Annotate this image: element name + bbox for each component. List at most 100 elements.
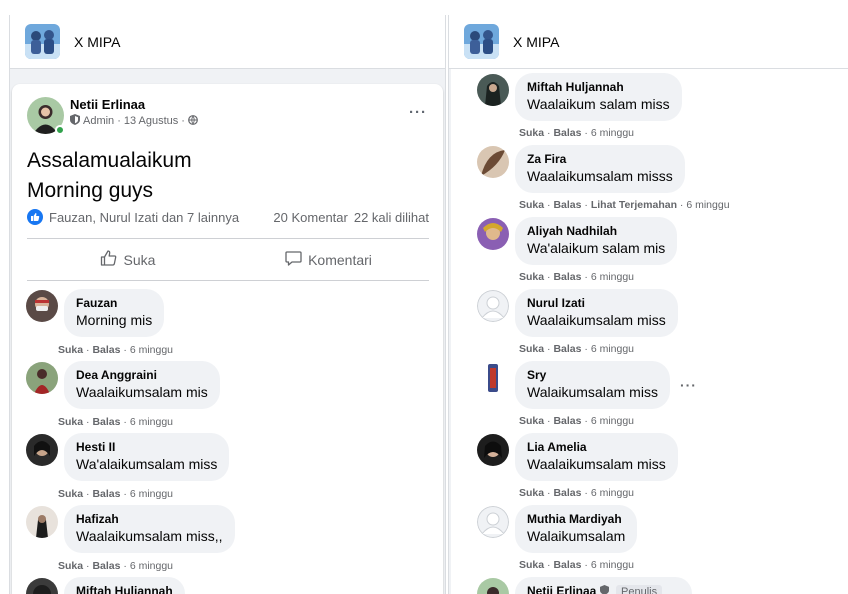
commenter-name-text[interactable]: Netii Erlinaa bbox=[527, 584, 596, 594]
post-card: Netii Erlinaa Admin · 13 Agustus · ··· A… bbox=[12, 84, 443, 594]
comment-actions: Suka · Balas · 6 minggu bbox=[58, 488, 174, 500]
comment-text: Walaikumsalam bbox=[527, 528, 626, 544]
comment-reply-link[interactable]: Balas bbox=[553, 199, 581, 211]
right-screenshot-panel: X MIPA Miftah Huljannah Waalaikum salam … bbox=[448, 15, 848, 594]
comment-bubble: Fauzan Morning mis bbox=[64, 289, 165, 337]
comment-time[interactable]: 6 minggu bbox=[591, 415, 634, 427]
commenter-avatar[interactable] bbox=[26, 578, 58, 594]
group-photo-icon[interactable] bbox=[464, 24, 499, 59]
commenter-name[interactable]: Miftah Huljannah bbox=[76, 584, 173, 594]
comment-text: Waalaikumsalam miss,, bbox=[76, 528, 223, 544]
comment-like-link[interactable]: Suka bbox=[58, 560, 83, 572]
comment-bubble: Hesti II Wa'alaikumsalam miss bbox=[64, 433, 230, 481]
comment-reply-link[interactable]: Balas bbox=[553, 271, 581, 283]
comment: Aliyah Nadhilah Wa'alaikum salam mis bbox=[477, 217, 678, 265]
comment-text: Waalaikumsalam misss bbox=[527, 168, 673, 184]
comment-reply-link[interactable]: Balas bbox=[553, 127, 581, 139]
author-role: Admin bbox=[83, 115, 115, 127]
comment-reply-link[interactable]: Balas bbox=[553, 487, 581, 499]
comment-reply-link[interactable]: Balas bbox=[92, 416, 120, 428]
thumbs-up-icon bbox=[100, 249, 118, 270]
commenter-name[interactable]: Hesti II bbox=[76, 440, 217, 455]
commenter-name[interactable]: Nurul Izati bbox=[527, 296, 666, 311]
commenter-name[interactable]: Lia Amelia bbox=[527, 440, 666, 455]
comment-text: Waalaikum salam miss bbox=[527, 96, 670, 112]
post-line-2: Morning guys bbox=[27, 179, 154, 202]
comment-text: Wa'alaikum salam mis bbox=[527, 240, 666, 256]
comment-reply-link[interactable]: Balas bbox=[553, 559, 581, 571]
comment-bubble: Za Fira Waalaikumsalam misss bbox=[515, 145, 685, 193]
comment-like-link[interactable]: Suka bbox=[58, 488, 83, 500]
comment-reply-link[interactable]: Balas bbox=[553, 343, 581, 355]
comment-icon bbox=[285, 250, 302, 270]
commenter-avatar[interactable] bbox=[26, 506, 58, 538]
commenter-name[interactable]: Aliyah Nadhilah bbox=[527, 224, 665, 239]
comment: Netii Erlinaa Penulis bbox=[477, 577, 693, 594]
commenter-name[interactable]: Fauzan bbox=[76, 296, 152, 311]
like-button[interactable]: Suka bbox=[27, 239, 228, 280]
author-avatar[interactable] bbox=[27, 97, 65, 135]
commenter-name[interactable]: Za Fira bbox=[527, 152, 673, 167]
comment-time[interactable]: 6 minggu bbox=[591, 271, 634, 283]
comment-like-link[interactable]: Suka bbox=[519, 415, 544, 427]
comment-time[interactable]: 6 minggu bbox=[130, 560, 173, 572]
comment-translate-link[interactable]: Lihat Terjemahan bbox=[591, 199, 677, 211]
post-author-name[interactable]: Netii Erlinaa bbox=[70, 97, 198, 112]
post-date[interactable]: 13 Agustus bbox=[124, 115, 178, 127]
comment-like-link[interactable]: Suka bbox=[519, 343, 544, 355]
comment-reply-link[interactable]: Balas bbox=[92, 344, 120, 356]
commenter-name[interactable]: Dea Anggraini bbox=[76, 368, 208, 383]
group-name[interactable]: X MIPA bbox=[74, 34, 120, 50]
commenter-avatar[interactable] bbox=[477, 218, 509, 250]
globe-icon bbox=[188, 114, 198, 128]
like-reaction-icon[interactable] bbox=[27, 209, 43, 225]
comment-reply-link[interactable]: Balas bbox=[553, 415, 581, 427]
commenter-avatar[interactable] bbox=[477, 578, 509, 594]
comment-time[interactable]: 6 minggu bbox=[591, 343, 634, 355]
comment-button[interactable]: Komentari bbox=[228, 239, 429, 280]
reactions-text[interactable]: Fauzan, Nurul Izati dan 7 lainnya bbox=[49, 210, 239, 225]
comment-bubble: Hafizah Waalaikumsalam miss,, bbox=[64, 505, 235, 553]
commenter-avatar[interactable] bbox=[26, 434, 58, 466]
comment-like-link[interactable]: Suka bbox=[519, 271, 544, 283]
comment-like-link[interactable]: Suka bbox=[519, 199, 544, 211]
commenter-avatar[interactable] bbox=[26, 362, 58, 394]
comment-time[interactable]: 6 minggu bbox=[591, 559, 634, 571]
more-icon[interactable]: ··· bbox=[409, 104, 427, 121]
comment-time[interactable]: 6 minggu bbox=[130, 416, 173, 428]
comment-time[interactable]: 6 minggu bbox=[591, 127, 634, 139]
view-count: 22 kali dilihat bbox=[353, 209, 429, 225]
default-avatar-icon[interactable] bbox=[477, 290, 509, 322]
comment-actions: Suka · Balas · 6 minggu bbox=[58, 416, 174, 428]
comment: Muthia Mardiyah Walaikumsalam bbox=[477, 505, 638, 553]
comment-bubble: Miftah Huljannah Waalaikum salam miss bbox=[515, 73, 682, 121]
commenter-avatar[interactable] bbox=[477, 362, 509, 394]
group-name[interactable]: X MIPA bbox=[513, 34, 559, 50]
commenter-avatar[interactable] bbox=[477, 434, 509, 466]
comment-like-link[interactable]: Suka bbox=[58, 416, 83, 428]
commenter-avatar[interactable] bbox=[26, 290, 58, 322]
comment-time[interactable]: 6 minggu bbox=[130, 344, 173, 356]
commenter-avatar[interactable] bbox=[477, 74, 509, 106]
commenter-name[interactable]: Sry bbox=[527, 368, 658, 383]
commenter-name[interactable]: Miftah Huljannah bbox=[527, 80, 670, 95]
comment-actions: Suka · Balas · 6 minggu bbox=[519, 127, 635, 139]
comment-count[interactable]: 20 Komentar bbox=[273, 210, 347, 225]
comment-time[interactable]: 6 minggu bbox=[130, 488, 173, 500]
comment-like-link[interactable]: Suka bbox=[519, 559, 544, 571]
commenter-avatar[interactable] bbox=[477, 146, 509, 178]
comment-reply-link[interactable]: Balas bbox=[92, 560, 120, 572]
comment-like-link[interactable]: Suka bbox=[58, 344, 83, 356]
default-avatar-icon[interactable] bbox=[477, 506, 509, 538]
comment-actions: Suka · Balas · 6 minggu bbox=[519, 415, 635, 427]
comment-reply-link[interactable]: Balas bbox=[92, 488, 120, 500]
comment-more-icon[interactable]: ··· bbox=[680, 377, 697, 393]
commenter-name: Netii Erlinaa Penulis bbox=[527, 584, 663, 594]
comment-like-link[interactable]: Suka bbox=[519, 487, 544, 499]
commenter-name[interactable]: Muthia Mardiyah bbox=[527, 512, 625, 527]
group-photo-icon[interactable] bbox=[25, 24, 60, 59]
commenter-name[interactable]: Hafizah bbox=[76, 512, 223, 527]
comment-like-link[interactable]: Suka bbox=[519, 127, 544, 139]
comment-time[interactable]: 6 minggu bbox=[591, 487, 634, 499]
comment-time[interactable]: 6 minggu bbox=[686, 199, 729, 211]
